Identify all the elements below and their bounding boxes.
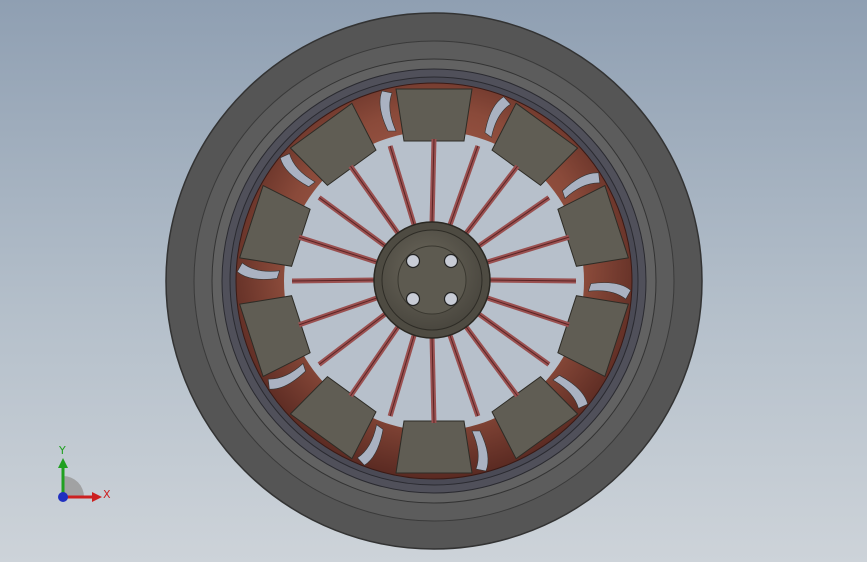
triad-z-axis bbox=[58, 492, 68, 502]
coordinate-triad: Y X bbox=[58, 444, 111, 502]
hub-bolt bbox=[443, 291, 459, 307]
triad-y-label: Y bbox=[58, 444, 66, 457]
hub-bolt bbox=[443, 253, 459, 269]
hub-bolt bbox=[405, 253, 421, 269]
triad-x-label: X bbox=[103, 488, 111, 501]
triad-x-arrow bbox=[92, 492, 102, 502]
wheel-model[interactable] bbox=[165, 12, 703, 550]
graphics-viewport[interactable]: Y X bbox=[0, 0, 867, 562]
triad-y-arrow bbox=[58, 458, 68, 468]
hub-bolt bbox=[405, 291, 421, 307]
